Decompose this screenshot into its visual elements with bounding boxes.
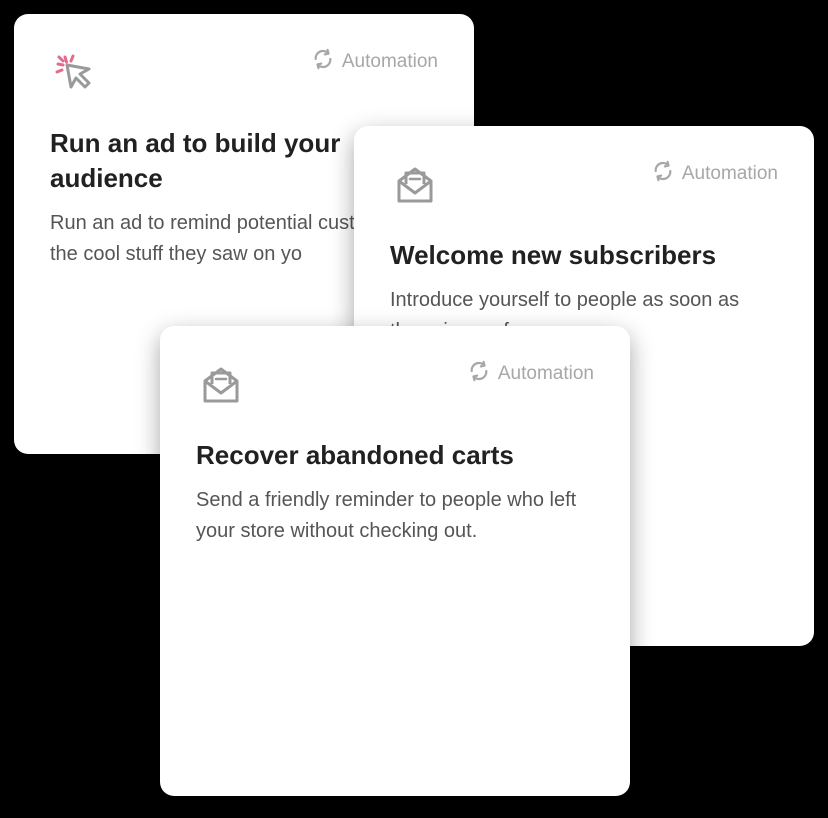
automation-badge-label: Automation (682, 163, 778, 185)
automation-badge: Automation (312, 48, 438, 76)
card-recover-cart[interactable]: Automation Recover abandoned carts Send … (160, 326, 630, 796)
card-title: Welcome new subscribers (390, 238, 778, 273)
email-send-icon (390, 160, 440, 210)
automation-badge: Automation (468, 360, 594, 388)
card-header: Automation (196, 360, 594, 410)
card-header: Automation (390, 160, 778, 210)
automation-badge-label: Automation (498, 363, 594, 385)
email-send-icon (196, 360, 246, 410)
refresh-icon (468, 360, 490, 388)
refresh-icon (652, 160, 674, 188)
automation-badge-label: Automation (342, 51, 438, 73)
card-header: Automation (50, 48, 438, 98)
card-description: Send a friendly reminder to people who l… (196, 485, 594, 547)
refresh-icon (312, 48, 334, 76)
card-title: Recover abandoned carts (196, 438, 594, 473)
cursor-click-icon (50, 48, 100, 98)
automation-badge: Automation (652, 160, 778, 188)
